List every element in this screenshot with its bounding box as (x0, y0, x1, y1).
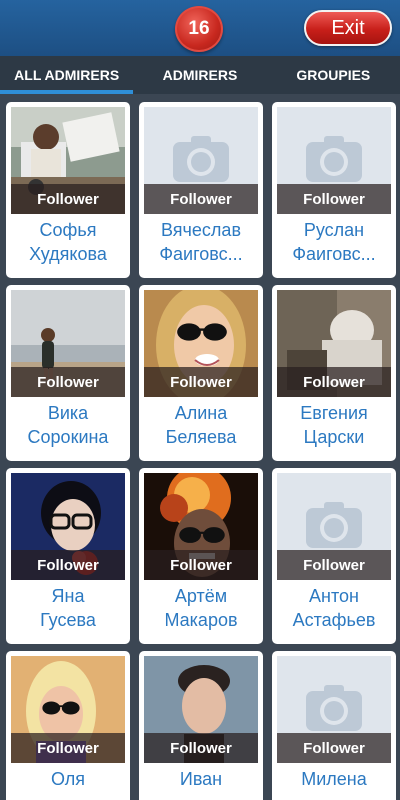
admirer-name: Софья Худякова (10, 218, 126, 266)
camera-icon: Follower (277, 473, 391, 580)
follower-label: Follower (277, 550, 391, 580)
profile-photo: Follower (277, 290, 391, 397)
last-name: Сорокина (27, 427, 109, 447)
first-name: Вячеслав (160, 220, 241, 240)
follower-label: Follower (277, 367, 391, 397)
admirer-name: Вячеслав Фаиговс... (143, 218, 259, 266)
tab-groupies[interactable]: GROUPIES (267, 56, 400, 94)
admirer-card[interactable]: Follower Милена (272, 651, 396, 800)
first-name: Евгения (300, 403, 368, 423)
camera-icon: Follower (144, 107, 258, 214)
last-name: Худякова (29, 244, 107, 264)
profile-photo: Follower (11, 656, 125, 763)
profile-photo: Follower (144, 656, 258, 763)
admirer-card[interactable]: Follower Иван (139, 651, 263, 800)
first-name: Яна (51, 586, 85, 606)
first-name: Милена (301, 769, 367, 789)
admirer-name: Евгения Царски (276, 401, 392, 449)
first-name: Иван (179, 769, 223, 789)
first-name: Алина (174, 403, 228, 423)
admirer-card[interactable]: Follower Софья Худякова (6, 102, 130, 278)
profile-photo: Follower (11, 290, 125, 397)
last-name: Беляева (165, 427, 237, 447)
admirer-name: Яна Гусева (10, 584, 126, 632)
tab-all-admirers[interactable]: ALL ADMIRERS (0, 56, 134, 94)
follower-label: Follower (11, 367, 125, 397)
profile-photo: Follower (11, 473, 125, 580)
top-bar: 16 Exit (0, 0, 400, 56)
camera-icon: Follower (277, 656, 391, 763)
follower-label: Follower (11, 184, 125, 214)
admirer-card[interactable]: Follower Оля (6, 651, 130, 800)
follower-label: Follower (11, 550, 125, 580)
admirer-card[interactable]: Follower Алина Беляева (139, 285, 263, 461)
admirer-name: Вика Сорокина (10, 401, 126, 449)
first-name: Антон (309, 586, 359, 606)
follower-label: Follower (144, 184, 258, 214)
tab-bar: ALL ADMIRERS ADMIRERS GROUPIES (0, 56, 400, 94)
admirer-card[interactable]: Follower Руслан Фаиговс... (272, 102, 396, 278)
first-name: Артём (174, 586, 228, 606)
follower-label: Follower (11, 733, 125, 763)
camera-icon: Follower (277, 107, 391, 214)
admirer-card[interactable]: Follower Вячеслав Фаиговс... (139, 102, 263, 278)
admirer-name: Антон Астафьев (276, 584, 392, 632)
first-name: Софья (39, 220, 97, 240)
follower-label: Follower (144, 367, 258, 397)
follower-label: Follower (144, 550, 258, 580)
admirer-card[interactable]: Follower Вика Сорокина (6, 285, 130, 461)
first-name: Вика (47, 403, 89, 423)
follower-label: Follower (144, 733, 258, 763)
admirer-name: Алина Беляева (143, 401, 259, 449)
last-name: Макаров (164, 610, 238, 630)
last-name: Астафьев (292, 610, 376, 630)
admirer-name: Иван (143, 767, 259, 791)
admirer-name: Руслан Фаиговс... (276, 218, 392, 266)
follower-label: Follower (277, 184, 391, 214)
last-name: Гусева (40, 610, 96, 630)
profile-photo: Follower (11, 107, 125, 214)
first-name: Оля (50, 769, 86, 789)
admirer-name: Артём Макаров (143, 584, 259, 632)
admirer-card[interactable]: Follower Антон Астафьев (272, 468, 396, 644)
profile-photo: Follower (144, 290, 258, 397)
tab-admirers[interactable]: ADMIRERS (133, 56, 266, 94)
exit-button[interactable]: Exit (304, 10, 392, 46)
first-name: Руслан (303, 220, 365, 240)
admirer-card[interactable]: Follower Евгения Царски (272, 285, 396, 461)
admirer-name: Милена (276, 767, 392, 791)
last-name: Фаиговс... (292, 244, 376, 264)
profile-photo: Follower (144, 473, 258, 580)
admirer-name: Оля (10, 767, 126, 791)
admirer-card[interactable]: Follower Яна Гусева (6, 468, 130, 644)
last-name: Царски (303, 427, 365, 447)
follower-label: Follower (277, 733, 391, 763)
admirer-card[interactable]: Follower Артём Макаров (139, 468, 263, 644)
last-name: Фаиговс... (159, 244, 243, 264)
admirers-count-badge: 16 (175, 6, 223, 52)
admirers-grid: Follower Софья Худякова Follower Вячеслав Фаи… (0, 94, 400, 800)
